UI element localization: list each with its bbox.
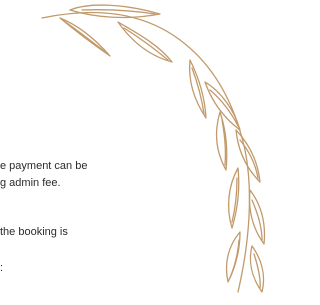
text-line: e payment can be [0,160,88,172]
text-line: g admin fee. [0,177,61,189]
text-line: the booking is [0,226,68,238]
document-fragment: e payment can be g admin fee. the bookin… [0,0,299,305]
body-text: e payment can be g admin fee. the bookin… [0,0,299,305]
text-line: : [0,262,4,274]
